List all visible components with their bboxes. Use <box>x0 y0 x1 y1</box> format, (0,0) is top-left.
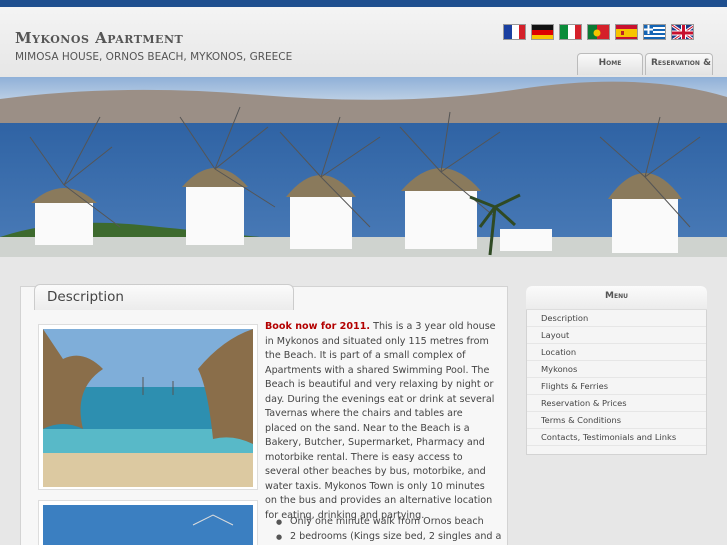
description-text: Book now for 2011. This is a 3 year old … <box>265 320 497 523</box>
menu-item-description[interactable]: Description <box>527 310 706 327</box>
windmills-banner-image <box>0 77 727 257</box>
feature-item: Only one minute walk from Ornos beach <box>276 515 506 530</box>
menu-item-location[interactable]: Location <box>527 344 706 361</box>
nav-home-tab[interactable]: Home <box>577 53 643 75</box>
feature-item: 2 bedrooms (Kings size bed, 2 singles an… <box>276 530 506 545</box>
nav-reservation-tab[interactable]: Reservation & Prices <box>645 53 713 75</box>
flag-es-icon[interactable] <box>615 24 638 40</box>
panel-title: Description <box>47 289 124 305</box>
language-flags <box>503 24 694 40</box>
beach-photo <box>38 324 258 490</box>
site-subtitle: MIMOSA HOUSE, ORNOS BEACH, MYKONOS, GREE… <box>15 51 293 63</box>
top-accent-bar <box>0 0 727 7</box>
flag-fr-icon[interactable] <box>503 24 526 40</box>
flag-pt-icon[interactable] <box>587 24 610 40</box>
menu-item-contacts[interactable]: Contacts, Testimonials and Links <box>527 429 706 446</box>
flag-it-icon[interactable] <box>559 24 582 40</box>
menu-item-reservation-prices[interactable]: Reservation & Prices <box>527 395 706 412</box>
flag-uk-icon[interactable] <box>671 24 694 40</box>
side-menu-list: Description Layout Location Mykonos Flig… <box>527 310 706 446</box>
second-photo <box>38 500 258 545</box>
flag-de-icon[interactable] <box>531 24 554 40</box>
main-nav: Home Reservation & Prices <box>577 53 713 75</box>
site-title[interactable]: Mykonos Apartment <box>15 29 183 47</box>
flag-gr-icon[interactable] <box>643 24 666 40</box>
feature-list: Only one minute walk from Ornos beach 2 … <box>276 515 506 544</box>
menu-item-mykonos[interactable]: Mykonos <box>527 361 706 378</box>
description-body: This is a 3 year old house in Mykonos an… <box>265 321 496 521</box>
menu-item-terms[interactable]: Terms & Conditions <box>527 412 706 429</box>
side-menu-title: Menu <box>605 291 628 301</box>
book-now-highlight: Book now for 2011. <box>265 321 371 332</box>
menu-item-flights-ferries[interactable]: Flights & Ferries <box>527 378 706 395</box>
menu-item-layout[interactable]: Layout <box>527 327 706 344</box>
